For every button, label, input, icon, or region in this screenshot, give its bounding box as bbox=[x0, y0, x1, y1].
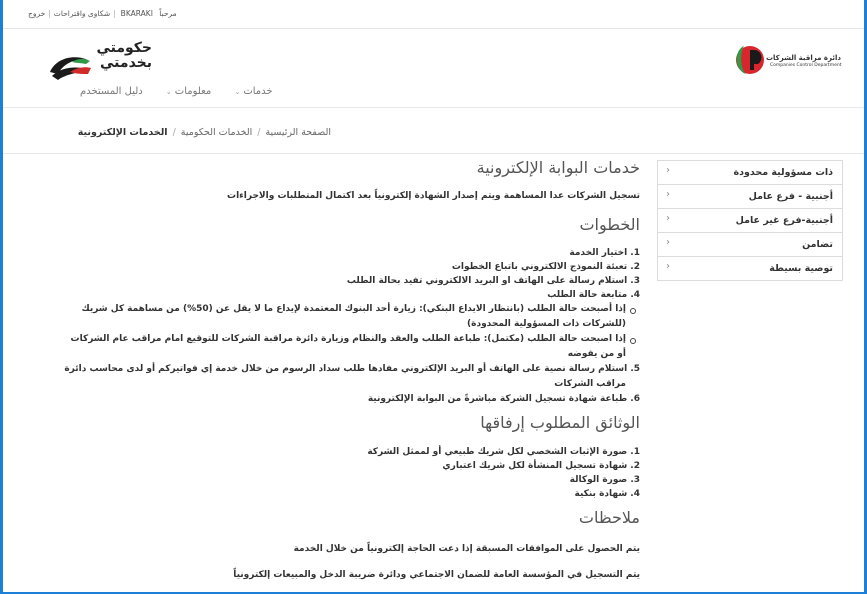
chevron-left-icon: ‹ bbox=[666, 237, 670, 248]
separator: | bbox=[48, 9, 51, 18]
nav-information-label: معلومات bbox=[174, 86, 212, 97]
chevron-down-icon: ⌄ bbox=[234, 88, 241, 96]
username-text: BKARAKI bbox=[120, 9, 153, 18]
note-item: يتم التسجيل في المؤسسة العامة للضمان الا… bbox=[233, 570, 640, 580]
content-divider bbox=[3, 153, 864, 154]
notes-heading: ملاحظات bbox=[578, 508, 640, 527]
bullet-icon bbox=[630, 338, 636, 344]
sidebar-item-label: أجنبية-فرع غير عامل bbox=[735, 215, 833, 226]
separator: / bbox=[257, 127, 261, 138]
sidebar-item-label: ذات مسؤولية محدودة bbox=[733, 167, 833, 178]
intro-text: تسجيل الشركات عدا المساهمة ويتم إصدار ال… bbox=[227, 191, 640, 201]
note-item: يتم الحصول على الموافقات المسبقة إذا دعت… bbox=[293, 544, 640, 554]
chevron-down-icon: ⌄ bbox=[165, 88, 172, 96]
step-item: 1. اختيار الخدمة bbox=[569, 248, 640, 258]
nav-information[interactable]: معلومات⌄ bbox=[166, 86, 211, 97]
top-links: مرحباً BKARAKI|شكاوى واقتراحات|خروج bbox=[28, 9, 179, 18]
bullet-icon bbox=[630, 308, 636, 314]
sub-bullet-item: (للشركات ذات المسؤولية المحدودة) bbox=[467, 319, 626, 329]
brand-name: حكومتي بخدمتي bbox=[96, 40, 152, 71]
brand-line-1: حكومتي bbox=[96, 40, 152, 56]
ccd-name: دائرة مراقبة الشركات bbox=[766, 54, 841, 62]
sidebar-item-label: تضامن bbox=[802, 239, 833, 250]
sub-bullet-item: إذا اصبحت حالة الطلب (مكتمل): طباعة الطل… bbox=[70, 334, 626, 344]
separator: / bbox=[172, 127, 176, 138]
sidebar-item-foreign-operating[interactable]: أجنبية - فرع عامل ‹ bbox=[658, 185, 842, 209]
nav-services[interactable]: خدمات⌄ bbox=[234, 86, 272, 97]
nav-user-guide-label: دليل المستخدم bbox=[80, 86, 143, 97]
breadcrumb-current: الخدمات الإلكترونية bbox=[77, 127, 168, 138]
ccd-name-en: Companies Control Department bbox=[770, 63, 842, 68]
greeting-text: مرحباً bbox=[159, 9, 177, 18]
breadcrumb-home[interactable]: الصفحة الرئيسية bbox=[265, 127, 331, 138]
nav-user-guide[interactable]: دليل المستخدم bbox=[80, 86, 143, 97]
sidebar-item-limited-partnership[interactable]: توصية بسيطة ‹ bbox=[658, 257, 842, 280]
company-type-sidebar: ذات مسؤولية محدودة ‹ أجنبية - فرع عامل ‹… bbox=[657, 160, 843, 281]
top-bar: مرحباً BKARAKI|شكاوى واقتراحات|خروج bbox=[3, 0, 864, 29]
chevron-left-icon: ‹ bbox=[666, 213, 670, 224]
sidebar-item-partnership[interactable]: تضامن ‹ bbox=[658, 233, 842, 257]
sidebar-item-llc[interactable]: ذات مسؤولية محدودة ‹ bbox=[658, 161, 842, 185]
header-divider bbox=[3, 107, 864, 108]
sub-bullet-item: إذا أصبحت حالة الطلب (بانتظار الايداع ال… bbox=[81, 304, 626, 314]
breadcrumb: الصفحة الرئيسية / الخدمات الحكومية / الخدمات… bbox=[78, 127, 331, 138]
step-item: 6. طباعة شهادة تسجيل الشركة مباشرةً من ا… bbox=[367, 394, 640, 404]
sub-bullet-item: أو من يفوضه bbox=[567, 349, 626, 359]
chevron-left-icon: ‹ bbox=[666, 189, 670, 200]
breadcrumb-gov-services[interactable]: الخدمات الحكومية bbox=[181, 127, 252, 138]
sidebar-item-label: توصية بسيطة bbox=[769, 263, 833, 274]
government-brand-logo-icon[interactable] bbox=[44, 52, 96, 82]
step-item: 2. تعبئة النموذج الالكتروني باتباع الخطو… bbox=[451, 262, 640, 272]
main-content: خدمات البوابة الإلكترونية تسجيل الشركات … bbox=[40, 158, 640, 588]
documents-heading: الوثائق المطلوب إرفاقها bbox=[480, 413, 640, 432]
complaints-link[interactable]: شكاوى واقتراحات bbox=[54, 9, 110, 18]
step-item: 5. استلام رسالة نصية على الهاتف أو البري… bbox=[64, 364, 640, 374]
separator: | bbox=[113, 9, 116, 18]
steps-heading: الخطوات bbox=[579, 215, 640, 234]
document-item: 2. شهادة تسجيل المنشأة لكل شريك اعتباري bbox=[442, 461, 640, 471]
chevron-left-icon: ‹ bbox=[666, 165, 670, 176]
nav-services-label: خدمات bbox=[243, 86, 273, 97]
sidebar-item-foreign-non-operating[interactable]: أجنبية-فرع غير عامل ‹ bbox=[658, 209, 842, 233]
document-item: 4. شهادة بنكية bbox=[574, 489, 640, 499]
document-item: 1. صورة الإثبات الشخصي لكل شريك طبيعي أو… bbox=[367, 447, 640, 457]
document-item: 3. صورة الوكالة bbox=[569, 475, 640, 485]
chevron-left-icon: ‹ bbox=[666, 261, 670, 272]
step-item: 3. استلام رسالة على الهاتف او البريد الا… bbox=[346, 276, 640, 286]
step-item: 4. متابعة حالة الطلب bbox=[547, 290, 640, 300]
main-nav: خدمات⌄ معلومات⌄ دليل المستخدم bbox=[60, 86, 273, 97]
logout-link[interactable]: خروج bbox=[28, 9, 45, 18]
brand-line-2: بخدمتي bbox=[100, 55, 152, 71]
page-title: خدمات البوابة الإلكترونية bbox=[476, 158, 640, 177]
step-item: مراقب الشركات bbox=[554, 379, 626, 389]
sidebar-item-label: أجنبية - فرع عامل bbox=[748, 191, 833, 202]
